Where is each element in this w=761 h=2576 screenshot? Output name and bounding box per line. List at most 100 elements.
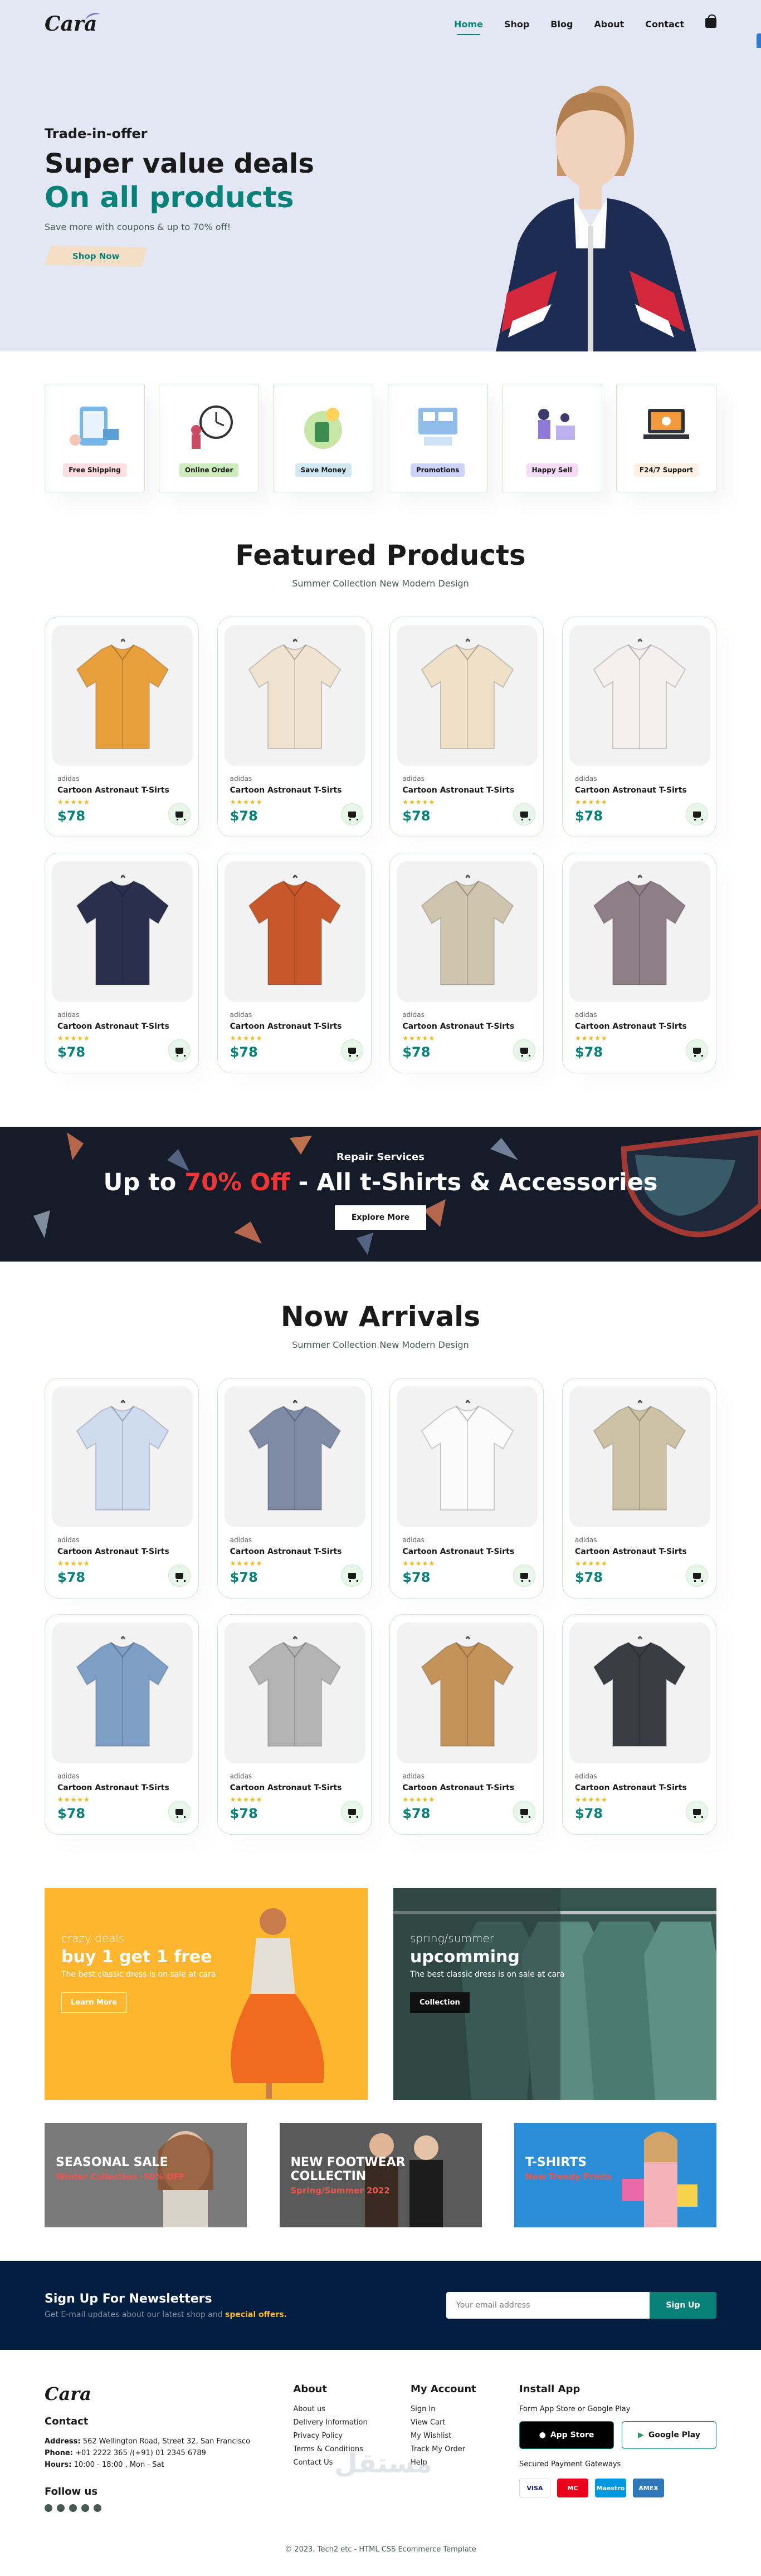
facebook-icon[interactable] xyxy=(45,2504,52,2512)
youtube-icon[interactable] xyxy=(94,2504,101,2512)
google-play-button[interactable]: ▶ Google Play xyxy=(622,2421,716,2449)
product-image xyxy=(421,638,514,749)
app-store-button[interactable]: ● App Store xyxy=(519,2421,614,2449)
feature-card[interactable]: Promotions xyxy=(387,384,488,492)
banner-heading-pre: Up to xyxy=(103,1169,177,1196)
explore-more-button[interactable]: Explore More xyxy=(334,1205,427,1230)
product-name: Cartoon Astronaut T-Sirts xyxy=(574,786,687,795)
product-brand: adidas xyxy=(230,1772,252,1780)
banner-eyebrow: Repair Services xyxy=(336,1151,425,1163)
footer-link[interactable]: Privacy Policy xyxy=(293,2432,367,2440)
feature-card[interactable]: Happy Sell xyxy=(501,384,602,492)
nav-about[interactable]: About xyxy=(594,16,624,33)
product-card[interactable]: adidas Cartoon Astronaut T-Sirts ★★★★★ $78 xyxy=(389,853,544,1073)
footer-link[interactable]: View Cart xyxy=(411,2418,476,2427)
product-card[interactable]: adidas Cartoon Astronaut T-Sirts ★★★★★ $78 xyxy=(217,853,372,1073)
add-to-cart-button[interactable] xyxy=(685,1039,708,1062)
product-image-frame xyxy=(397,861,538,1002)
product-card[interactable]: adidas Cartoon Astronaut T-Sirts ★★★★★ $78 xyxy=(562,617,716,837)
product-card[interactable]: adidas Cartoon Astronaut T-Sirts ★★★★★ $78 xyxy=(389,617,544,837)
footer-link[interactable]: Delivery Information xyxy=(293,2418,367,2427)
add-to-cart-button[interactable] xyxy=(168,1801,191,1823)
product-card[interactable]: adidas Cartoon Astronaut T-Sirts ★★★★★ $78 xyxy=(45,853,199,1073)
product-card[interactable]: adidas Cartoon Astronaut T-Sirts ★★★★★ $78 xyxy=(389,1614,544,1835)
pinterest-icon[interactable] xyxy=(81,2504,89,2512)
instagram-icon[interactable] xyxy=(69,2504,77,2512)
product-brand: adidas xyxy=(230,1011,252,1019)
product-image xyxy=(593,874,686,985)
add-to-cart-button[interactable] xyxy=(168,1565,191,1587)
product-card[interactable]: adidas Cartoon Astronaut T-Sirts ★★★★★ $78 xyxy=(217,1614,372,1835)
product-card[interactable]: adidas Cartoon Astronaut T-Sirts ★★★★★ $78 xyxy=(217,1378,372,1599)
collection-button[interactable]: Collection xyxy=(410,1992,470,2013)
product-card[interactable]: adidas Cartoon Astronaut T-Sirts ★★★★★ $78 xyxy=(45,1378,199,1599)
product-card[interactable]: adidas Cartoon Astronaut T-Sirts ★★★★★ $78 xyxy=(389,1378,544,1599)
feature-card[interactable]: Save Money xyxy=(273,384,374,492)
add-to-cart-button[interactable] xyxy=(340,1039,363,1062)
nav-contact[interactable]: Contact xyxy=(645,16,684,33)
product-card[interactable]: adidas Cartoon Astronaut T-Sirts ★★★★★ $78 xyxy=(45,617,199,837)
product-card[interactable]: adidas Cartoon Astronaut T-Sirts ★★★★★ $78 xyxy=(562,1614,716,1835)
site-header: Cara Home Shop Blog About Contact xyxy=(0,0,761,63)
product-image xyxy=(421,874,514,985)
feature-card[interactable]: Free Shipping xyxy=(45,384,145,492)
cart-icon xyxy=(520,1808,531,1818)
promo-right-eyebrow: spring/summer xyxy=(410,1932,494,1945)
contact-hours: Hours: 10:00 - 18:00 , Mon - Sat xyxy=(45,2461,250,2469)
add-to-cart-button[interactable] xyxy=(340,803,363,825)
cart-icon xyxy=(348,1572,358,1582)
add-to-cart-button[interactable] xyxy=(685,1801,708,1823)
watermark-logo: مستقل xyxy=(334,2448,432,2479)
twitter-icon[interactable] xyxy=(57,2504,65,2512)
feature-card[interactable]: F24/7 Support xyxy=(616,384,716,492)
product-card[interactable]: adidas Cartoon Astronaut T-Sirts ★★★★★ $78 xyxy=(562,1378,716,1599)
footer-link[interactable]: Sign In xyxy=(411,2405,476,2413)
product-card[interactable]: adidas Cartoon Astronaut T-Sirts ★★★★★ $78 xyxy=(562,853,716,1073)
product-brand: adidas xyxy=(230,1536,252,1544)
product-image-frame xyxy=(569,1622,710,1763)
learn-more-button[interactable]: Learn More xyxy=(61,1992,127,2013)
product-brand: adidas xyxy=(402,1536,425,1544)
footer-link[interactable]: My Wishlist xyxy=(411,2432,476,2440)
nav-home[interactable]: Home xyxy=(454,16,483,35)
cart-icon xyxy=(692,1572,703,1582)
feature-label: Online Order xyxy=(179,463,239,477)
product-card[interactable]: adidas Cartoon Astronaut T-Sirts ★★★★★ $78 xyxy=(45,1614,199,1835)
product-card[interactable]: adidas Cartoon Astronaut T-Sirts ★★★★★ $78 xyxy=(217,617,372,837)
add-to-cart-button[interactable] xyxy=(685,803,708,825)
brand-logo[interactable]: Cara xyxy=(45,11,101,36)
footer-logo[interactable]: Cara xyxy=(45,2383,250,2404)
nav-blog[interactable]: Blog xyxy=(550,16,573,33)
contact-address: Address: 562 Wellington Road, Street 32,… xyxy=(45,2437,250,2446)
footer-link[interactable]: About us xyxy=(293,2405,367,2413)
nav-shop[interactable]: Shop xyxy=(504,16,529,33)
add-to-cart-button[interactable] xyxy=(340,1565,363,1587)
add-to-cart-button[interactable] xyxy=(168,1039,191,1062)
feature-label: Promotions xyxy=(410,463,465,477)
maestro-logo: Maestro xyxy=(595,2479,626,2497)
product-name: Cartoon Astronaut T-Sirts xyxy=(402,1547,515,1556)
product-image-frame xyxy=(224,861,365,1002)
promotions-icon xyxy=(418,408,457,446)
hero-section: Trade-in-offer Super value deals On all … xyxy=(0,48,761,351)
footer-contact: Cara Contact Address: 562 Wellington Roa… xyxy=(45,2383,250,2512)
shop-now-button[interactable]: Shop Now xyxy=(45,246,148,267)
site-footer: Cara Contact Address: 562 Wellington Roa… xyxy=(0,2350,761,2512)
add-to-cart-button[interactable] xyxy=(168,803,191,825)
product-name: Cartoon Astronaut T-Sirts xyxy=(57,1783,169,1792)
product-stars: ★★★★★ xyxy=(57,798,90,806)
sign-up-button[interactable]: Sign Up xyxy=(650,2292,716,2319)
contact-title: Contact xyxy=(45,2416,89,2427)
cart-icon xyxy=(520,1047,531,1057)
promo-right-text: The best classic dress is on sale at car… xyxy=(410,1970,565,1979)
newsletter-title: Sign Up For Newsletters xyxy=(45,2291,212,2306)
add-to-cart-button[interactable] xyxy=(685,1565,708,1587)
bag-icon[interactable] xyxy=(705,14,716,33)
cart-icon xyxy=(348,811,358,820)
feature-card[interactable]: Online Order xyxy=(159,384,260,492)
product-stars: ★★★★★ xyxy=(230,798,263,806)
product-image-frame xyxy=(397,1386,538,1527)
add-to-cart-button[interactable] xyxy=(340,1801,363,1823)
newsletter-email-input[interactable] xyxy=(446,2292,650,2319)
cart-icon xyxy=(692,811,703,820)
